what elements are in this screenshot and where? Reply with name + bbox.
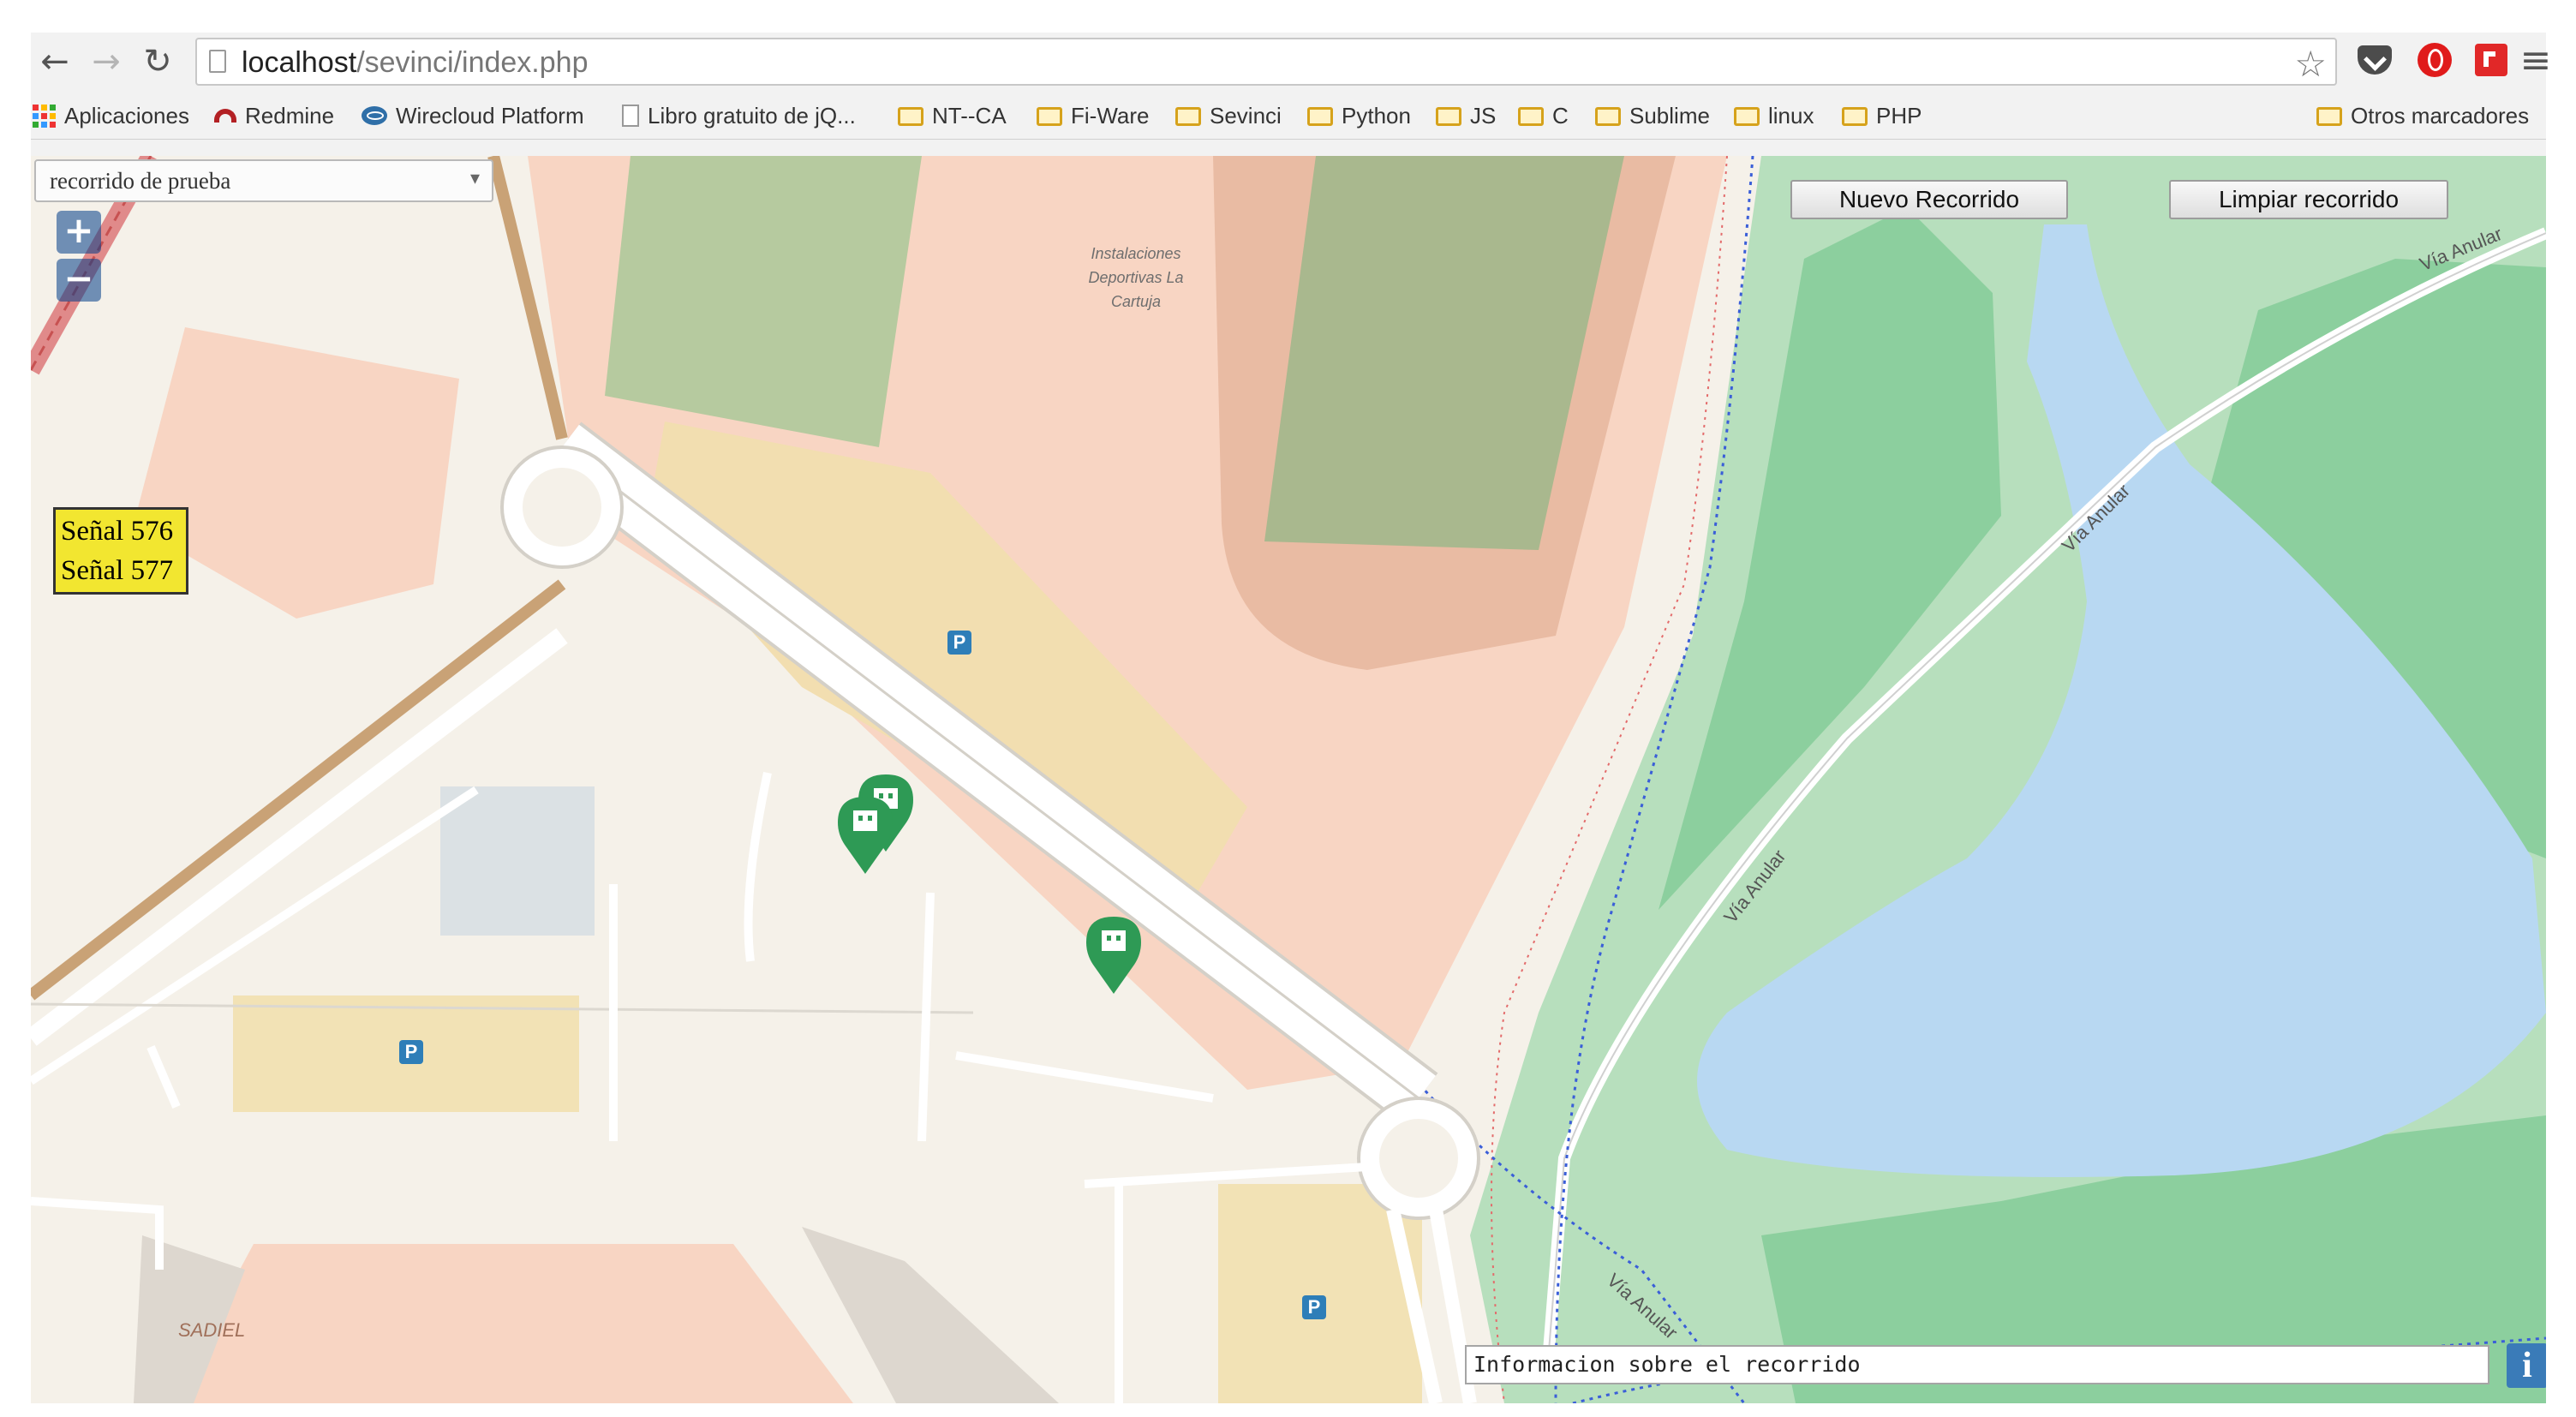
sadiel-label: SADIEL [178, 1319, 246, 1341]
opera-icon[interactable] [2416, 41, 2453, 79]
bookmark-label: PHP [1876, 102, 1922, 129]
parking-icon: P [947, 631, 971, 655]
bookmarks-bar: Aplicaciones Redmine Wirecloud Platform … [31, 93, 2546, 140]
bookmark-apps[interactable]: Aplicaciones [33, 101, 189, 130]
bookmark-label: NT--CA [932, 102, 1007, 129]
folder-icon [1518, 107, 1544, 126]
wirecloud-icon [362, 106, 387, 125]
installation-label: Instalaciones Deportivas La Cartuja [1050, 242, 1222, 314]
parking-icon: P [399, 1040, 423, 1064]
bookmark-label: C [1552, 102, 1569, 129]
apps-icon [33, 104, 56, 128]
bookmark-folder-js[interactable]: JS [1436, 101, 1496, 130]
address-bar[interactable]: localhost/sevinci/index.php ☆ [195, 38, 2337, 86]
bookmark-label: Sublime [1629, 102, 1710, 129]
bookmark-label: Sevinci [1210, 102, 1282, 129]
map-tiles [31, 156, 2546, 1403]
bookmark-other[interactable]: Otros marcadores [2316, 101, 2529, 130]
folder-icon [1307, 107, 1333, 126]
zoom-out-button[interactable]: − [57, 259, 101, 302]
bookmark-label: Wirecloud Platform [396, 102, 584, 129]
installation-label-line: Deportivas La [1088, 269, 1184, 286]
info-button[interactable]: i [2507, 1343, 2546, 1388]
browser-window: ← → ↻ localhost/sevinci/index.php ☆ ≡ Ap… [31, 33, 2551, 1403]
zoom-in-button[interactable]: + [57, 211, 101, 254]
bookmark-label: Python [1342, 102, 1411, 129]
bookmark-folder-sublime[interactable]: Sublime [1595, 101, 1710, 130]
bookmark-label: Libro gratuito de jQ... [648, 102, 856, 129]
bookmark-folder-python[interactable]: Python [1307, 101, 1411, 130]
bookmark-folder-fiware[interactable]: Fi-Ware [1037, 101, 1149, 130]
bookmark-label: Aplicaciones [64, 102, 189, 129]
redmine-icon [214, 109, 236, 123]
route-info-field[interactable]: Informacion sobre el recorrido [1465, 1345, 2489, 1384]
bookmark-redmine[interactable]: Redmine [214, 101, 334, 130]
folder-icon [1734, 107, 1760, 126]
bookmark-folder-ntca[interactable]: NT--CA [898, 101, 1007, 130]
browser-toolbar: ← → ↻ localhost/sevinci/index.php ☆ ≡ [31, 33, 2551, 93]
page-icon [622, 105, 639, 127]
new-route-button[interactable]: Nuevo Recorrido [1790, 180, 2068, 219]
bookmark-label: Otros marcadores [2351, 102, 2530, 129]
signal-item[interactable]: Señal 577 [61, 551, 181, 590]
bookmark-folder-php[interactable]: PHP [1842, 101, 1922, 130]
menu-icon[interactable]: ≡ [2517, 39, 2555, 82]
folder-icon [898, 107, 923, 126]
station-marker-icon[interactable] [838, 793, 893, 876]
flipboard-icon[interactable] [2472, 41, 2510, 79]
folder-icon [1842, 107, 1868, 126]
clear-route-button[interactable]: Limpiar recorrido [2169, 180, 2448, 219]
bookmark-label: Fi-Ware [1071, 102, 1150, 129]
route-select-value: recorrido de prueba [50, 168, 231, 194]
chevron-down-icon: ▾ [469, 168, 480, 189]
forward-icon[interactable]: → [87, 42, 125, 81]
folder-icon [2316, 107, 2342, 126]
star-icon[interactable]: ☆ [2294, 43, 2327, 85]
station-marker-icon[interactable] [1086, 913, 1141, 995]
pocket-icon[interactable] [2356, 41, 2394, 79]
bookmark-folder-c[interactable]: C [1518, 101, 1569, 130]
bookmark-wirecloud[interactable]: Wirecloud Platform [362, 101, 584, 130]
map-canvas[interactable]: recorrido de prueba ▾ + − Nuevo Recorrid… [31, 156, 2546, 1403]
folder-icon [1595, 107, 1621, 126]
url-path: /sevinci/index.php [356, 46, 589, 79]
bookmark-folder-linux[interactable]: linux [1734, 101, 1814, 130]
route-select[interactable]: recorrido de prueba ▾ [34, 159, 493, 202]
installation-label-line: Cartuja [1110, 293, 1162, 310]
signals-panel: Señal 576 Señal 577 [53, 507, 188, 595]
page-icon [209, 50, 226, 73]
url-host: localhost [242, 46, 357, 79]
folder-icon [1037, 107, 1062, 126]
folder-icon [1175, 107, 1201, 126]
back-icon[interactable]: ← [36, 42, 74, 81]
folder-icon [1436, 107, 1461, 126]
bookmark-label: linux [1768, 102, 1814, 129]
bookmark-folder-sevinci[interactable]: Sevinci [1175, 101, 1282, 130]
url-text[interactable]: localhost/sevinci/index.php [242, 46, 588, 79]
parking-icon: P [1302, 1295, 1326, 1319]
bookmark-label: JS [1470, 102, 1497, 129]
installation-label-line: Instalaciones [1091, 245, 1181, 262]
bookmark-jquery-book[interactable]: Libro gratuito de jQ... [622, 101, 856, 130]
bookmark-label: Redmine [245, 102, 335, 129]
signal-item[interactable]: Señal 576 [61, 511, 181, 551]
reload-icon[interactable]: ↻ [139, 42, 176, 81]
